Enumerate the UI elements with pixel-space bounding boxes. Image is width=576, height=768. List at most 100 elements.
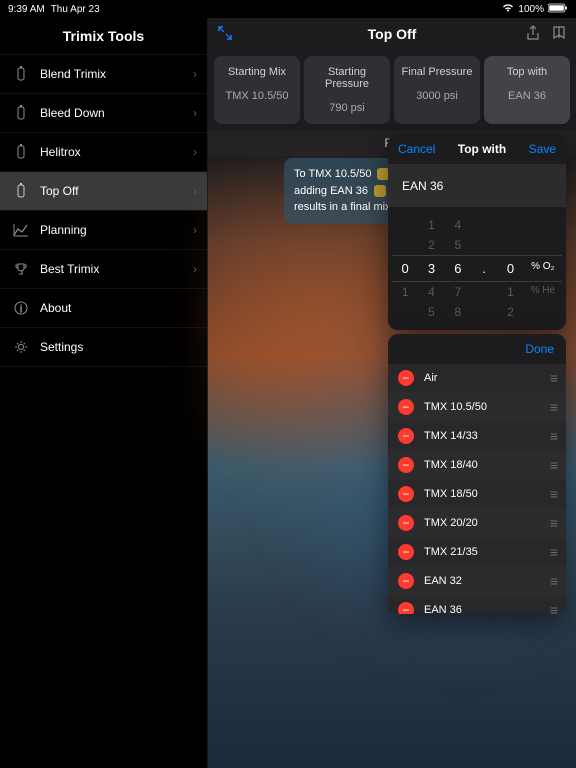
chevron-right-icon: › — [193, 67, 197, 81]
list-item[interactable]: −TMX 10.5/50≡ — [388, 393, 566, 422]
info-icon — [12, 299, 30, 317]
list-item[interactable]: −TMX 21/35≡ — [388, 538, 566, 567]
list-label: TMX 14/33 — [424, 430, 550, 442]
cancel-button[interactable]: Cancel — [398, 142, 435, 156]
sidebar-item-label: About — [40, 301, 71, 315]
tank-icon — [12, 104, 30, 122]
chevron-right-icon: › — [193, 262, 197, 276]
sidebar-item-label: Settings — [40, 340, 83, 354]
list-item[interactable]: −Air≡ — [388, 364, 566, 393]
card-final-pressure[interactable]: Final Pressure 3000 psi — [394, 56, 480, 124]
drag-handle-icon[interactable]: ≡ — [550, 399, 556, 415]
expand-icon[interactable] — [218, 26, 232, 43]
card-value: EAN 36 — [488, 90, 566, 102]
done-button[interactable]: Done — [525, 342, 554, 356]
card-title: Starting Mix — [218, 66, 296, 78]
chevron-right-icon: › — [193, 184, 197, 198]
sidebar-item-settings[interactable]: Settings — [0, 328, 207, 367]
delete-icon[interactable]: − — [398, 457, 414, 473]
trophy-icon — [12, 260, 30, 278]
drag-handle-icon[interactable]: ≡ — [550, 544, 556, 560]
chevron-right-icon: › — [193, 223, 197, 237]
card-starting-pressure[interactable]: Starting Pressure 790 psi — [304, 56, 390, 124]
card-starting-mix[interactable]: Starting Mix TMX 10.5/50 — [214, 56, 300, 124]
mix-list-popover: Done −Air≡ −TMX 10.5/50≡ −TMX 14/33≡ −TM… — [388, 334, 566, 614]
drag-handle-icon[interactable]: ≡ — [550, 573, 556, 589]
list-item[interactable]: −TMX 14/33≡ — [388, 422, 566, 451]
delete-icon[interactable]: − — [398, 486, 414, 502]
sidebar-item-label: Planning — [40, 223, 87, 237]
tank-icon — [12, 182, 30, 200]
drag-handle-icon[interactable]: ≡ — [550, 370, 556, 386]
list-label: TMX 10.5/50 — [424, 401, 550, 413]
share-icon[interactable] — [526, 25, 540, 44]
card-title: Final Pressure — [398, 66, 476, 78]
delete-icon[interactable]: − — [398, 428, 414, 444]
delete-icon[interactable]: − — [398, 399, 414, 415]
chevron-right-icon: › — [193, 106, 197, 120]
value-picker[interactable]: 14 25 036.0% O₂ 1471% He 582 — [388, 207, 566, 330]
battery-text: 100% — [518, 4, 544, 15]
sidebar-item-blend-trimix[interactable]: Blend Trimix › — [0, 55, 207, 94]
drag-handle-icon[interactable]: ≡ — [550, 486, 556, 502]
unit-o2: % O₂ — [527, 261, 559, 276]
sidebar-item-about[interactable]: About — [0, 289, 207, 328]
list-label: TMX 21/35 — [424, 546, 550, 558]
list-item[interactable]: −EAN 32≡ — [388, 567, 566, 596]
tank-icon — [12, 65, 30, 83]
list-label: TMX 20/20 — [424, 517, 550, 529]
sidebar-item-planning[interactable]: Planning › — [0, 211, 207, 250]
tank-icon — [12, 143, 30, 161]
status-date: Thu Apr 23 — [51, 4, 100, 15]
delete-icon[interactable]: − — [398, 602, 414, 614]
card-title: Top with — [488, 66, 566, 78]
main-panel: Top Off Starting Mix TMX 10.5/50 Startin… — [208, 18, 576, 768]
drag-handle-icon[interactable]: ≡ — [550, 457, 556, 473]
sidebar-title: Trimix Tools — [0, 18, 207, 55]
sidebar-item-bleed-down[interactable]: Bleed Down › — [0, 94, 207, 133]
sidebar-item-label: Bleed Down — [40, 106, 105, 120]
delete-icon[interactable]: − — [398, 515, 414, 531]
list-label: TMX 18/40 — [424, 459, 550, 471]
msg-line: adding EAN 36 — [294, 185, 368, 197]
card-value: TMX 10.5/50 — [218, 90, 296, 102]
top-with-popover: Cancel Top with Save EAN 36 14 25 036.0%… — [388, 134, 566, 330]
card-top-with[interactable]: Top with EAN 36 — [484, 56, 570, 124]
sidebar-item-label: Blend Trimix — [40, 67, 106, 81]
list-label: Air — [424, 372, 550, 384]
battery-icon — [548, 3, 568, 16]
status-time: 9:39 AM — [8, 4, 45, 15]
delete-icon[interactable]: − — [398, 544, 414, 560]
main-header: Top Off — [208, 18, 576, 50]
list-item[interactable]: −TMX 18/50≡ — [388, 480, 566, 509]
mix-name-field[interactable]: EAN 36 — [388, 165, 566, 207]
sidebar-item-label: Best Trimix — [40, 262, 99, 276]
sidebar-item-best-trimix[interactable]: Best Trimix › — [0, 250, 207, 289]
sidebar: Trimix Tools Blend Trimix › Bleed Down ›… — [0, 18, 208, 768]
wifi-icon — [502, 3, 514, 16]
sidebar-item-top-off[interactable]: Top Off › — [0, 172, 207, 211]
save-button[interactable]: Save — [529, 142, 556, 156]
chevron-right-icon: › — [193, 145, 197, 159]
card-value: 790 psi — [308, 102, 386, 114]
list-item[interactable]: −TMX 18/40≡ — [388, 451, 566, 480]
planning-icon — [12, 221, 30, 239]
list-item[interactable]: −TMX 20/20≡ — [388, 509, 566, 538]
list-label: EAN 36 — [424, 604, 550, 614]
summary-cards: Starting Mix TMX 10.5/50 Starting Pressu… — [208, 50, 576, 130]
drag-handle-icon[interactable]: ≡ — [550, 428, 556, 444]
page-title: Top Off — [368, 26, 417, 42]
drag-handle-icon[interactable]: ≡ — [550, 602, 556, 614]
sidebar-item-label: Top Off — [40, 184, 78, 198]
value-slot — [374, 185, 386, 197]
bookmark-icon[interactable] — [552, 25, 566, 44]
drag-handle-icon[interactable]: ≡ — [550, 515, 556, 531]
delete-icon[interactable]: − — [398, 370, 414, 386]
card-title: Starting Pressure — [308, 66, 386, 90]
status-bar: 9:39 AM Thu Apr 23 100% — [0, 0, 576, 18]
delete-icon[interactable]: − — [398, 573, 414, 589]
sidebar-item-helitrox[interactable]: Helitrox › — [0, 133, 207, 172]
popover-title: Top with — [458, 142, 506, 156]
mix-list[interactable]: −Air≡ −TMX 10.5/50≡ −TMX 14/33≡ −TMX 18/… — [388, 364, 566, 614]
list-item[interactable]: −EAN 36≡ — [388, 596, 566, 614]
